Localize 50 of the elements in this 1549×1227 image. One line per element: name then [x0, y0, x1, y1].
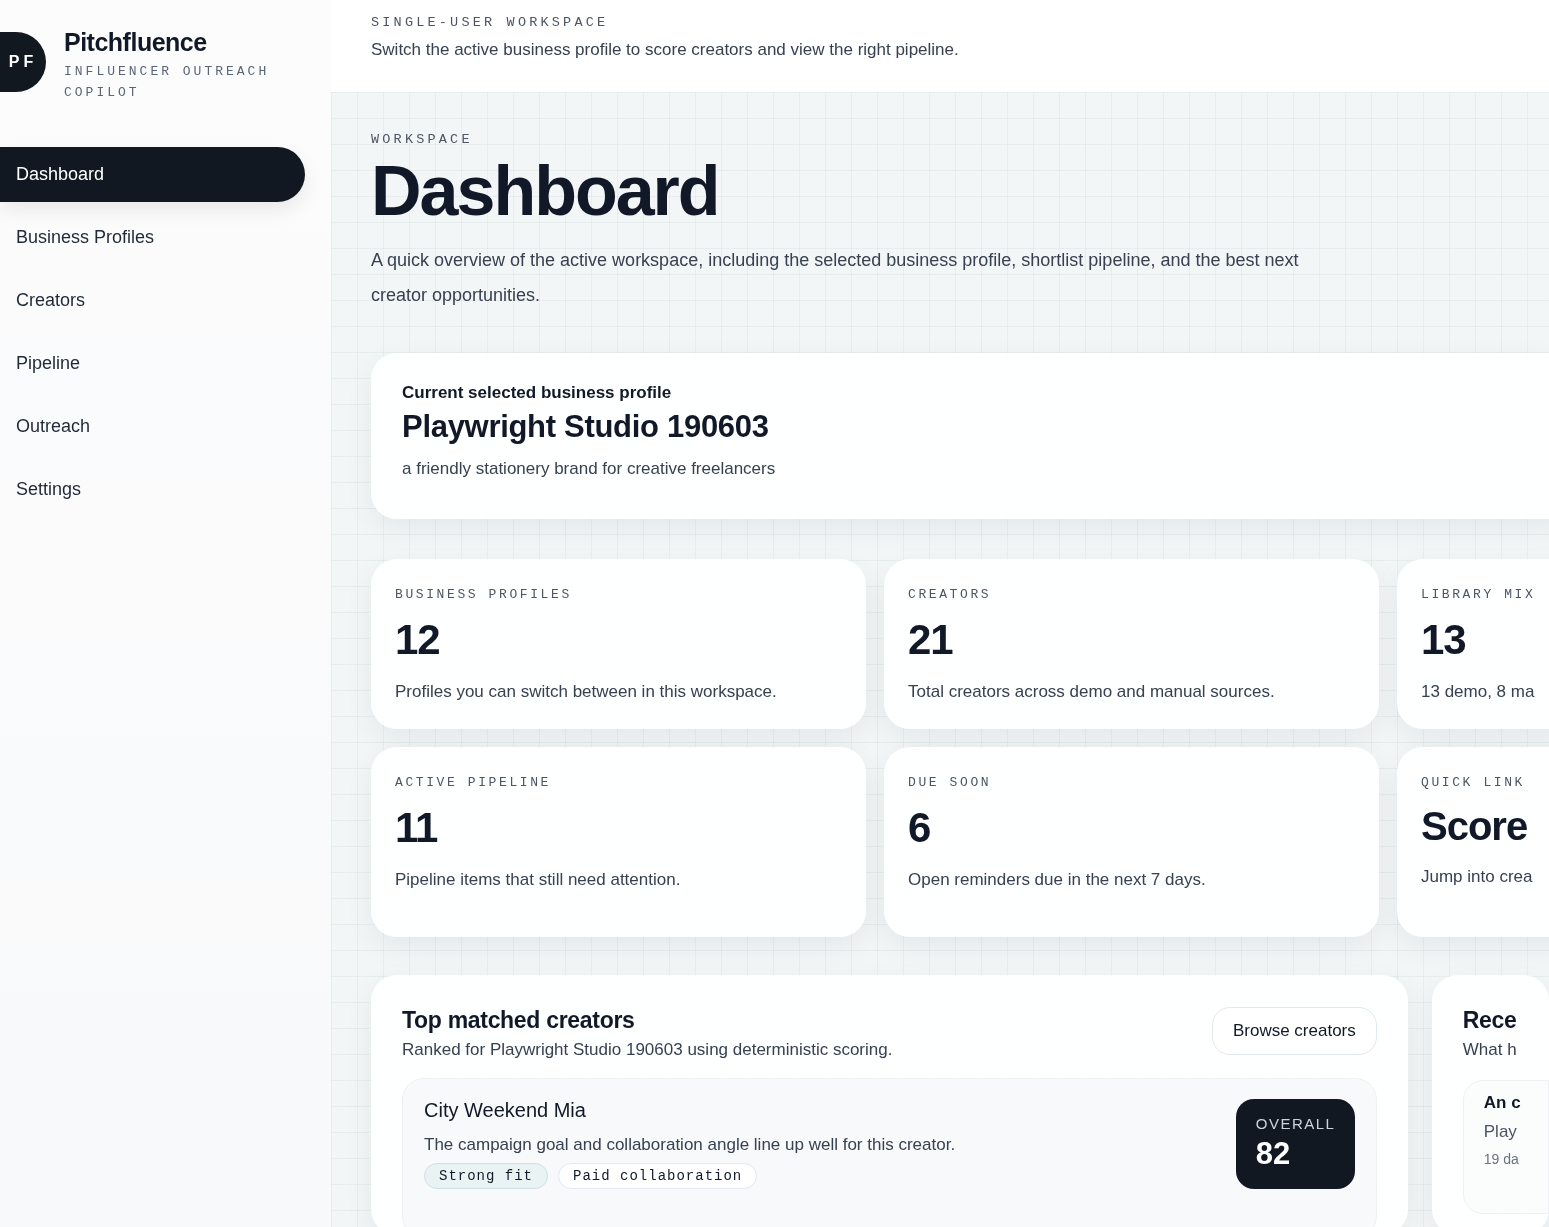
nav-item[interactable]: Dashboard	[0, 147, 305, 202]
topbar-text: Switch the active business profile to score creators and view the right pipeline.	[371, 40, 959, 59]
section-title: Rece	[1462, 1007, 1517, 1033]
profile-description: a friendly stationery brand for creative freelancers	[402, 459, 776, 478]
stat-label: LIBRARY MIX	[1421, 587, 1536, 602]
app-tagline: INFLUENCER OUTREACH COPILOT	[64, 63, 271, 102]
stat-label: BUSINESS PROFILES	[395, 587, 572, 602]
eyebrow-label: SINGLE-USER WORKSPACE	[371, 15, 609, 30]
section-subtitle: Ranked for Playwright Studio 190603 using deterministic scoring.	[402, 1040, 893, 1059]
stat-label: QUICK LINK	[1421, 775, 1525, 790]
stat-value: 6	[908, 804, 931, 851]
stat-note: 13 demo, 8 ma	[1421, 682, 1535, 701]
score-badge: OVERALL 82	[1235, 1099, 1355, 1189]
stat-note: Total creators across demo and manual sources.	[908, 682, 1275, 701]
eyebrow-label: WORKSPACE	[371, 132, 473, 147]
activity-date: 19 da	[1483, 1151, 1519, 1167]
stat-note: Pipeline items that still need attention.	[395, 870, 681, 889]
tag-chip: Paid collaboration	[558, 1163, 758, 1189]
stat-value: 13	[1421, 616, 1466, 663]
nav-item[interactable]: Business Profiles	[0, 210, 305, 265]
stat-label: ACTIVE PIPELINE	[395, 775, 552, 790]
page-title: Dashboard	[371, 152, 719, 230]
profile-label: Current selected business profile	[402, 383, 672, 402]
stat-value: 12	[395, 616, 440, 663]
stat-value: 21	[908, 616, 953, 663]
quick-link[interactable]: Score	[1421, 804, 1528, 848]
stat-label: CREATORS	[908, 587, 992, 602]
stat-label: DUE SOON	[908, 775, 992, 790]
stat-value: 11	[395, 804, 438, 851]
browse-creators-button[interactable]: Browse creators	[1211, 1007, 1377, 1055]
activity-text: Play	[1483, 1122, 1517, 1141]
nav-item[interactable]: Creators	[0, 273, 305, 328]
logo-badge: PF	[0, 32, 46, 92]
creator-reason: The campaign goal and collaboration angle line up well for this creator.	[424, 1135, 956, 1154]
creator-row[interactable]: City Weekend Mia The campaign goal and collaboration angle line up well for this creator. Strong fit Paid collaboration OVERALL 82	[402, 1078, 1377, 1227]
nav-item[interactable]: Outreach	[0, 399, 305, 454]
stat-note: Open reminders due in the next 7 days.	[908, 870, 1206, 889]
stat-note: Jump into crea	[1421, 867, 1533, 886]
stat-card[interactable]: QUICK LINK Score Jump into crea	[1397, 747, 1549, 937]
nav-item[interactable]: Settings	[0, 462, 305, 517]
app-name: Pitchfluence	[64, 28, 208, 57]
profile-name: Playwright Studio 190603	[402, 409, 769, 444]
activity-title: An c	[1483, 1093, 1521, 1112]
section-title: Top matched creators	[402, 1007, 635, 1033]
tag-chip: Strong fit	[424, 1163, 548, 1189]
nav-item[interactable]: Pipeline	[0, 336, 305, 391]
section-subtitle: What h	[1462, 1040, 1517, 1059]
page-description: A quick overview of the active workspace, including the selected business profile, shortlist pipeline, and the best next creator opportunities.	[371, 249, 1300, 307]
stat-note: Profiles you can switch between in this workspace.	[395, 682, 777, 701]
creator-name: City Weekend Mia	[424, 1099, 586, 1121]
